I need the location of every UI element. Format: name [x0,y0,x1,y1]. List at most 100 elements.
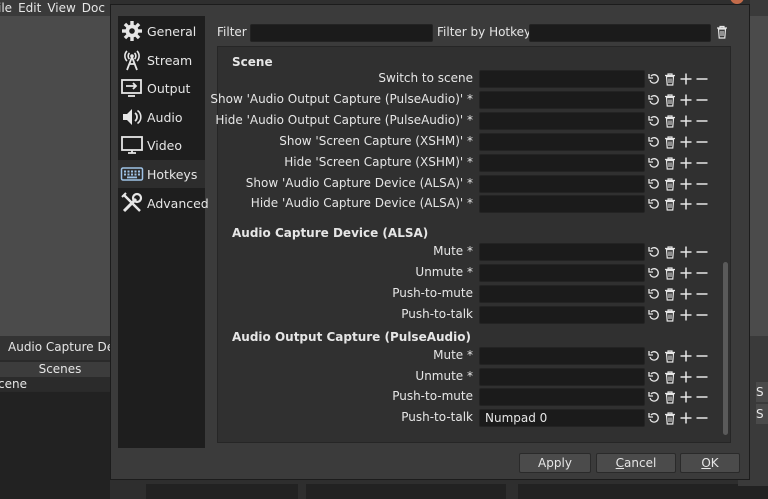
trash-icon[interactable] [662,264,677,282]
revert-icon[interactable] [646,195,661,213]
sidebar-item-output[interactable]: Output [118,74,205,102]
trash-icon[interactable] [662,91,677,109]
trash-icon[interactable] [662,285,677,303]
trash-icon[interactable] [662,368,677,386]
trash-icon[interactable] [662,388,677,406]
hotkey-actions [646,285,709,303]
minus-icon[interactable] [694,70,709,88]
menu-view[interactable]: View [47,1,75,15]
scrollbar-thumb[interactable] [723,262,728,435]
hotkey-input[interactable]: Numpad 0 [479,409,645,427]
plus-icon[interactable] [678,154,693,172]
minus-icon[interactable] [694,243,709,261]
revert-icon[interactable] [646,91,661,109]
revert-icon[interactable] [646,347,661,365]
apply-button[interactable]: Apply [519,453,591,473]
settings-dialog: General Stream Output Audio Video Hotkey… [110,4,750,480]
minus-icon[interactable] [694,91,709,109]
ok-button[interactable]: OK [680,453,740,473]
sidebar-item-general[interactable]: General [118,17,205,45]
hotkey-input[interactable] [479,133,645,151]
hotkey-input[interactable] [479,70,645,88]
minus-icon[interactable] [694,285,709,303]
hotkey-input[interactable] [479,243,645,261]
hotkey-input[interactable] [479,91,645,109]
hotkey-input[interactable] [479,388,645,406]
revert-icon[interactable] [646,368,661,386]
filter-input[interactable] [250,24,433,42]
minus-icon[interactable] [694,175,709,193]
trash-icon[interactable] [662,195,677,213]
right-dock-cell[interactable]: S [756,404,768,424]
plus-icon[interactable] [678,264,693,282]
minus-icon[interactable] [694,195,709,213]
trash-icon[interactable] [662,175,677,193]
hotkey-input[interactable] [479,285,645,303]
minus-icon[interactable] [694,409,709,427]
hotkey-input[interactable] [479,175,645,193]
plus-icon[interactable] [678,133,693,151]
hotkey-input[interactable] [479,195,645,213]
sidebar-item-video[interactable]: Video [118,131,205,159]
cancel-button[interactable]: Cancel [596,453,676,473]
revert-icon[interactable] [646,243,661,261]
plus-icon[interactable] [678,306,693,324]
hotkey-input[interactable] [479,347,645,365]
minus-icon[interactable] [694,306,709,324]
keyboard-icon [120,162,144,186]
revert-icon[interactable] [646,409,661,427]
minus-icon[interactable] [694,112,709,130]
plus-icon[interactable] [678,91,693,109]
plus-icon[interactable] [678,409,693,427]
plus-icon[interactable] [678,347,693,365]
hotkey-input[interactable] [479,112,645,130]
revert-icon[interactable] [646,133,661,151]
trash-icon[interactable] [662,306,677,324]
plus-icon[interactable] [678,388,693,406]
minus-icon[interactable] [694,264,709,282]
scene-list-item[interactable]: cene [0,377,120,391]
plus-icon[interactable] [678,175,693,193]
plus-icon[interactable] [678,285,693,303]
menu-edit[interactable]: Edit [18,1,41,15]
revert-icon[interactable] [646,388,661,406]
trash-icon[interactable] [662,133,677,151]
trash-icon[interactable] [662,243,677,261]
sidebar-item-stream[interactable]: Stream [118,46,205,74]
sidebar-item-hotkeys[interactable]: Hotkeys [118,160,205,188]
menu-file[interactable]: ile [0,1,12,15]
revert-icon[interactable] [646,112,661,130]
right-dock-cell[interactable]: S [756,382,768,402]
trash-icon[interactable] [662,154,677,172]
hotkey-input[interactable] [479,306,645,324]
minus-icon[interactable] [694,388,709,406]
plus-icon[interactable] [678,70,693,88]
filter-by-hotkey-input[interactable] [529,24,711,42]
plus-icon[interactable] [678,195,693,213]
plus-icon[interactable] [678,112,693,130]
hotkey-input[interactable] [479,264,645,282]
revert-icon[interactable] [646,175,661,193]
revert-icon[interactable] [646,285,661,303]
trash-icon[interactable] [662,112,677,130]
revert-icon[interactable] [646,154,661,172]
trash-icon[interactable] [662,409,677,427]
sidebar-item-advanced[interactable]: Advanced [118,189,209,217]
hotkey-input[interactable] [479,154,645,172]
revert-icon[interactable] [646,264,661,282]
trash-icon[interactable] [662,347,677,365]
plus-icon[interactable] [678,368,693,386]
trash-icon[interactable] [662,70,677,88]
minus-icon[interactable] [694,347,709,365]
hotkey-label: Switch to scene [378,71,473,85]
hotkey-input[interactable] [479,368,645,386]
revert-icon[interactable] [646,70,661,88]
minus-icon[interactable] [694,368,709,386]
minus-icon[interactable] [694,133,709,151]
revert-icon[interactable] [646,306,661,324]
plus-icon[interactable] [678,243,693,261]
minus-icon[interactable] [694,154,709,172]
menu-docks[interactable]: Doc [82,1,105,15]
sidebar-item-audio[interactable]: Audio [118,103,205,131]
clear-filter-trash-icon[interactable] [716,25,728,42]
